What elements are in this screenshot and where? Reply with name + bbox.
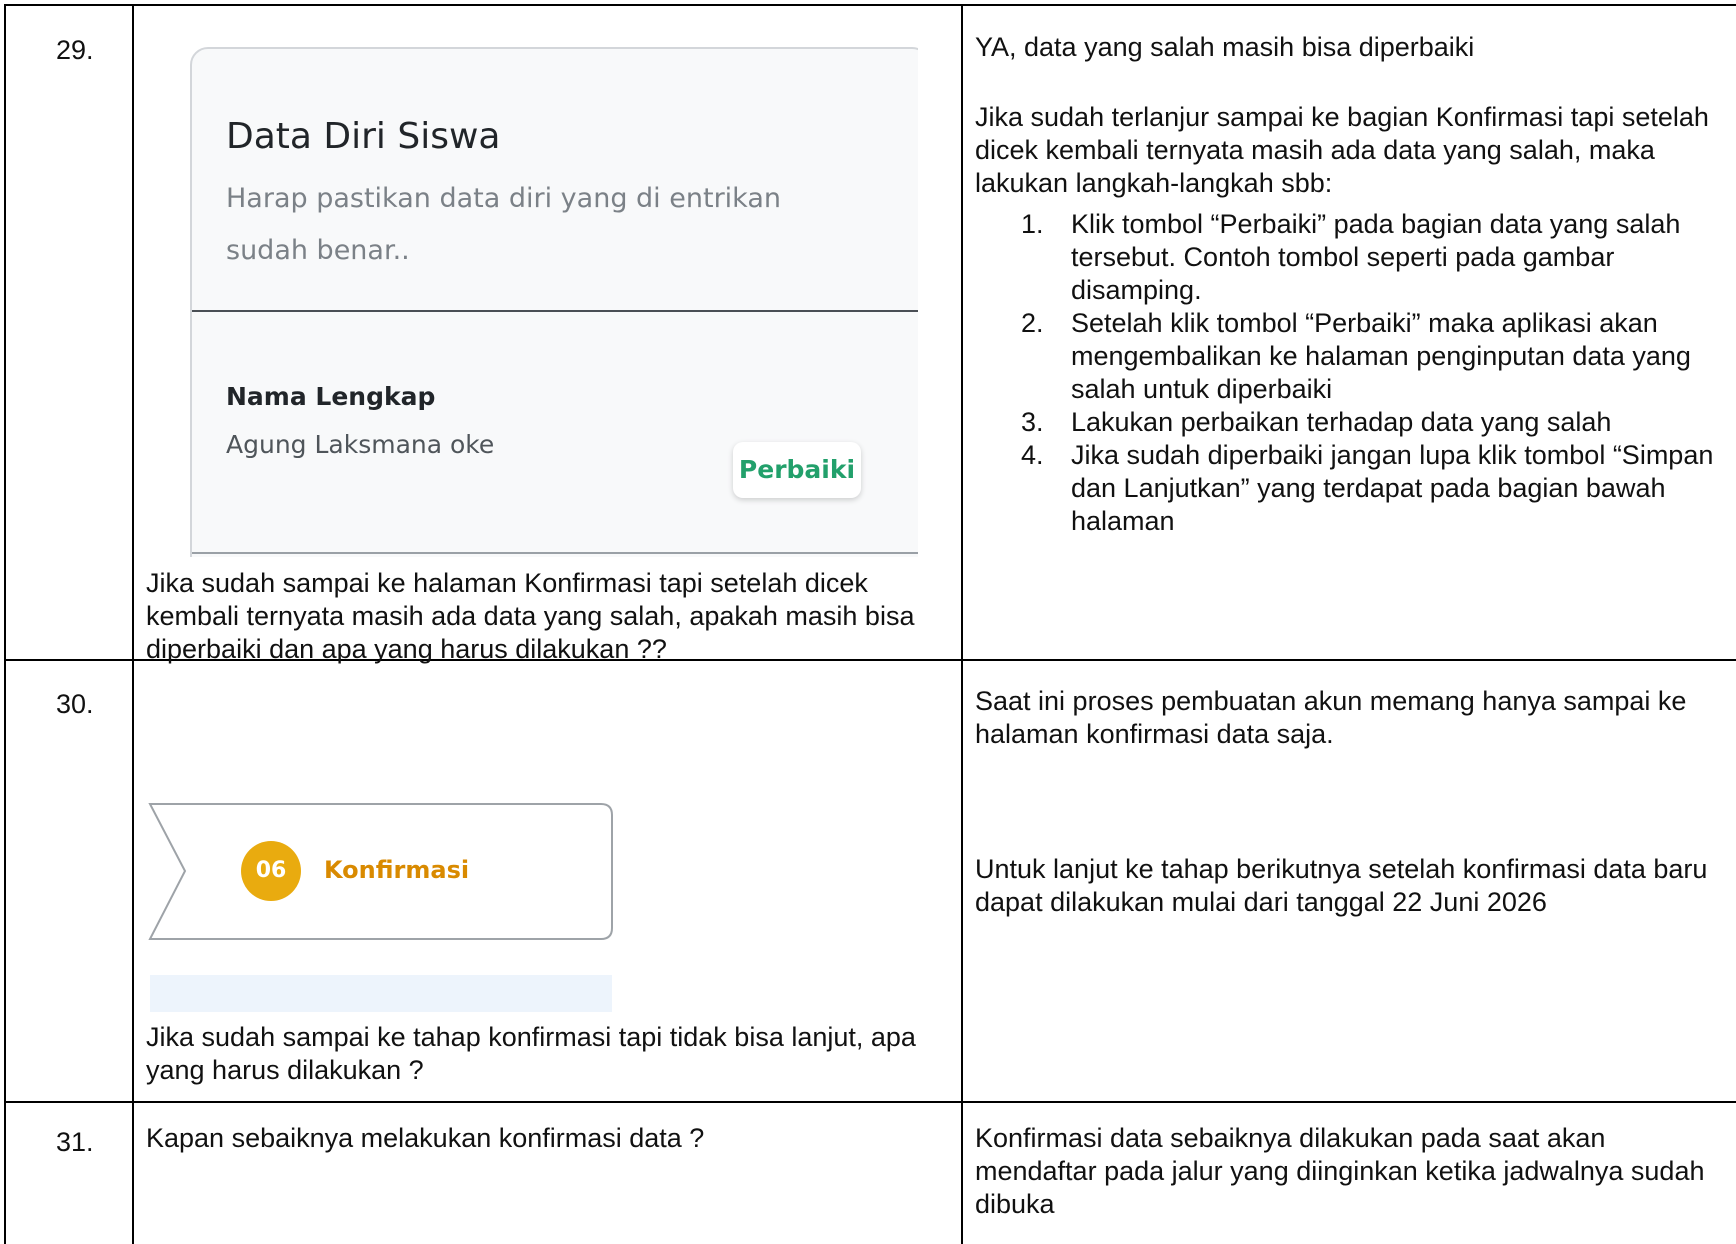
step-label: Konfirmasi	[324, 856, 470, 884]
steps-list: 1. Klik tombol “Perbaiki” pada bagian dat…	[1021, 208, 1731, 538]
step-number: 4.	[1021, 440, 1044, 470]
table-top-border	[4, 4, 1736, 6]
list-item: 3. Lakukan perbaikan terhadap data yang s…	[1021, 406, 1731, 439]
list-item: 4. Jika sudah diperbaiki jangan lupa klik…	[1021, 439, 1731, 538]
data-diri-card: Data Diri Siswa Harap pastikan data diri…	[190, 47, 918, 557]
question-text: Jika sudah sampai ke halaman Konfirmasi …	[146, 568, 915, 664]
answer-text: Untuk lanjut ke tahap berikutnya setelah…	[975, 854, 1708, 917]
step-number: 3.	[1021, 407, 1044, 437]
card-subtitle: Harap pastikan data diri yang di entrika…	[226, 183, 781, 266]
question-text: Jika sudah sampai ke tahap konfirmasi ta…	[146, 1022, 916, 1085]
answer-intro: Jika sudah terlanjur sampai ke bagian Ko…	[975, 102, 1709, 198]
perbaiki-button[interactable]: Perbaiki	[733, 442, 861, 498]
list-item: 2. Setelah klik tombol “Perbaiki” maka ap…	[1021, 307, 1731, 406]
card-divider	[192, 552, 918, 554]
step-text: Jika sudah diperbaiki jangan lupa klik t…	[1071, 440, 1714, 536]
step-text: Lakukan perbaikan terhadap data yang sal…	[1071, 407, 1612, 437]
step-text: Setelah klik tombol “Perbaiki” maka apli…	[1071, 308, 1691, 404]
row-number: 29.	[56, 35, 94, 65]
step-number-badge: 06	[241, 841, 301, 901]
list-item: 1. Klik tombol “Perbaiki” pada bagian dat…	[1021, 208, 1731, 307]
column-divider	[132, 4, 134, 1244]
konfirmasi-step-screenshot: 06 Konfirmasi	[138, 742, 622, 1012]
next-step-placeholder	[150, 975, 612, 1012]
row-number: 30.	[56, 689, 94, 719]
data-diri-screenshot: Data Diri Siswa Harap pastikan data diri…	[138, 10, 918, 557]
step-number: 2.	[1021, 308, 1044, 338]
field-value: Agung Laksmana oke	[226, 430, 495, 459]
question-text: Kapan sebaiknya melakukan konfirmasi dat…	[146, 1123, 705, 1153]
answer-title: YA, data yang salah masih bisa diperbaik…	[975, 32, 1475, 62]
card-divider	[192, 310, 918, 312]
step-number: 1.	[1021, 209, 1044, 239]
answer-text: Saat ini proses pembuatan akun memang ha…	[975, 686, 1687, 749]
card-title: Data Diri Siswa	[226, 116, 501, 157]
column-divider	[961, 4, 963, 1244]
table-left-border	[4, 4, 6, 1244]
step-text: Klik tombol “Perbaiki” pada bagian data …	[1071, 209, 1681, 305]
answer-text: Konfirmasi data sebaiknya dilakukan pada…	[975, 1123, 1705, 1219]
row-divider	[4, 1101, 1736, 1103]
row-number: 31.	[56, 1127, 94, 1157]
field-label: Nama Lengkap	[226, 382, 436, 411]
